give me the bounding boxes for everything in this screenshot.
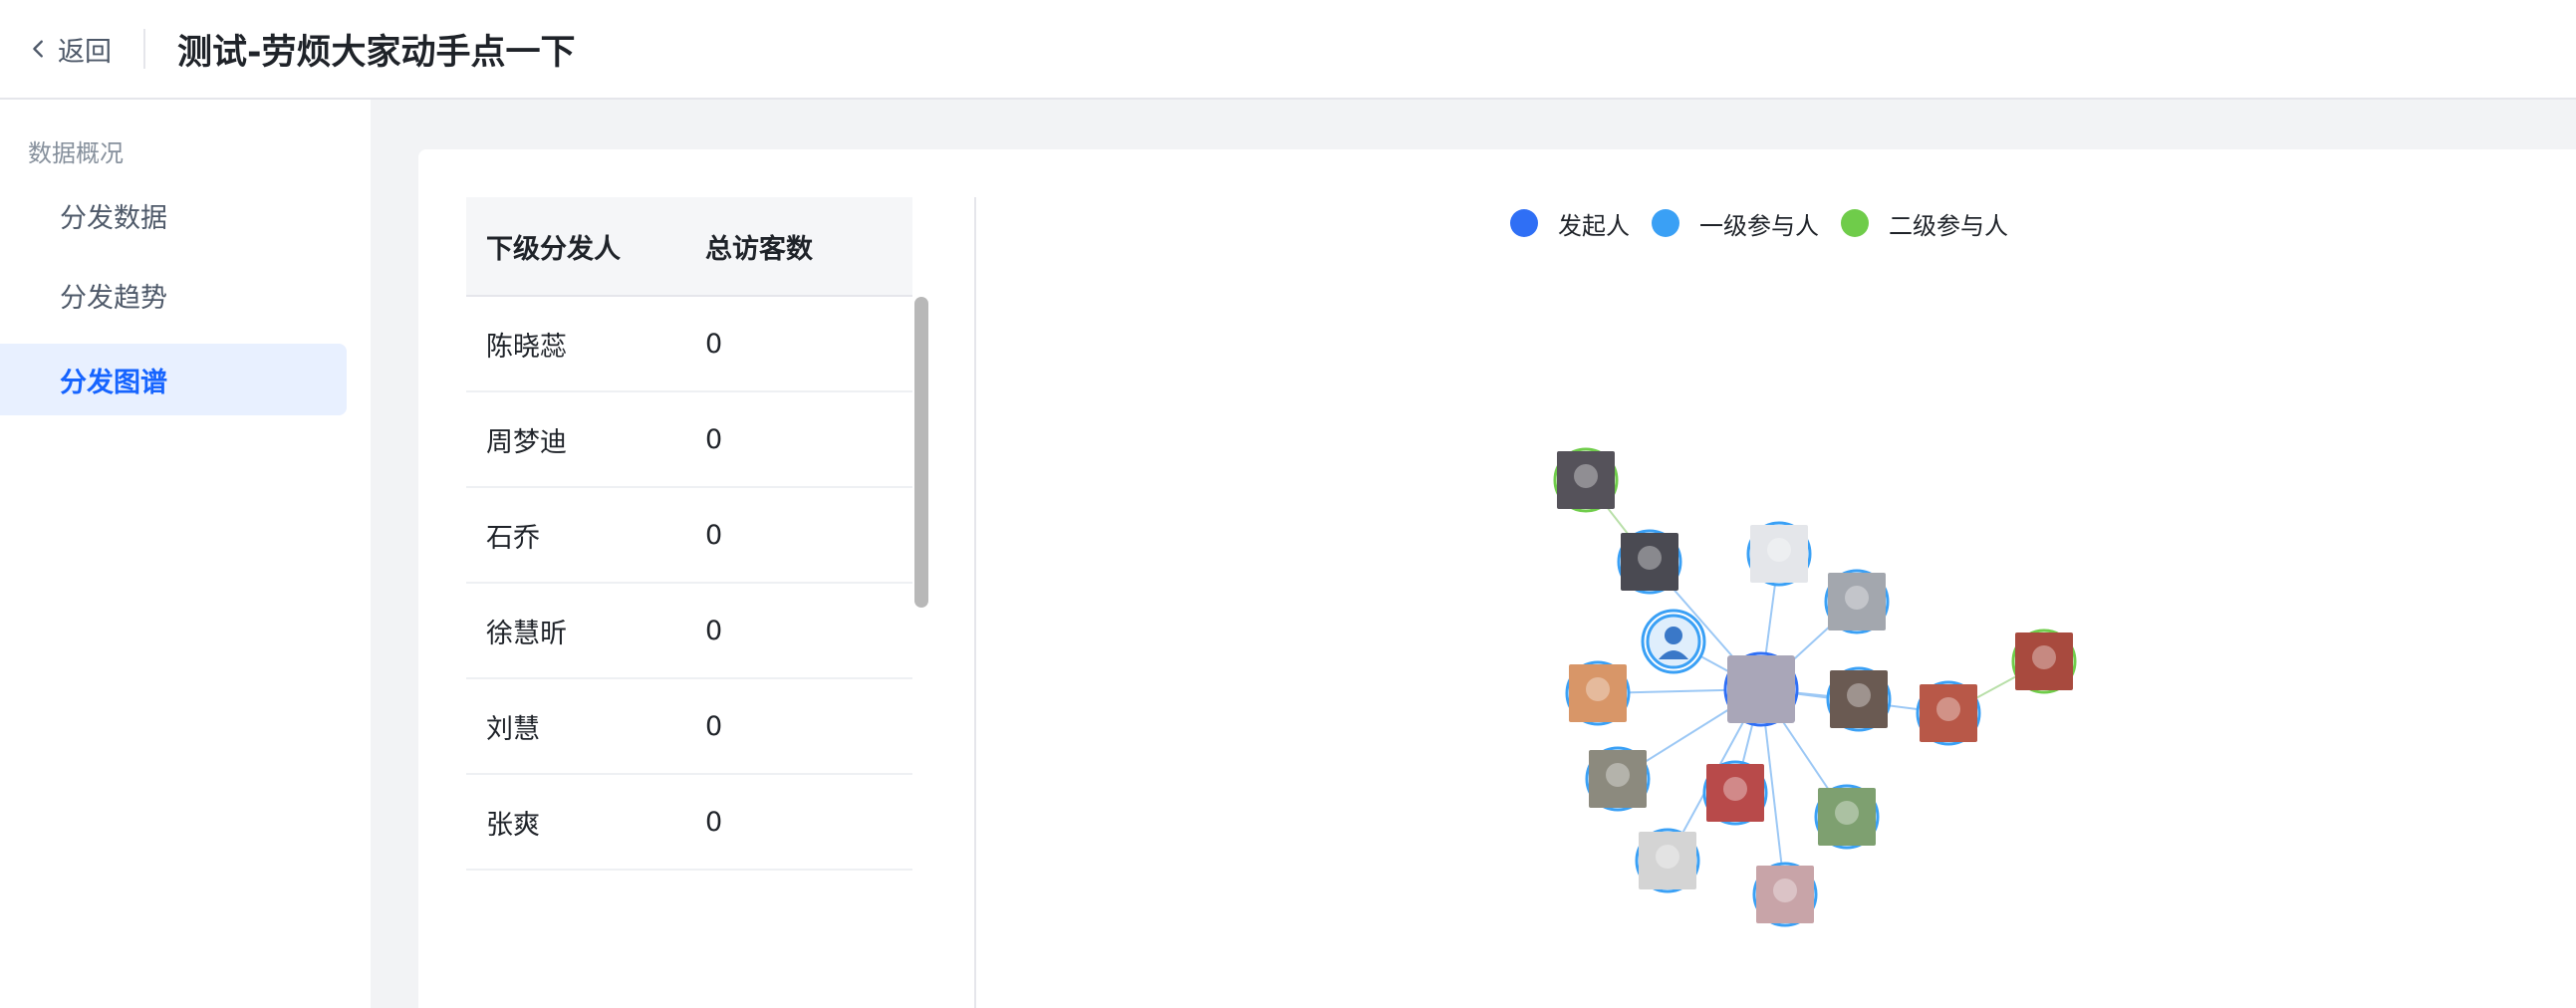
distribution-graph bbox=[1553, 447, 2077, 927]
graph-node-level1[interactable] bbox=[1565, 660, 1631, 726]
graph-node-initiator[interactable] bbox=[1723, 651, 1799, 727]
graph-node-level1[interactable] bbox=[1702, 760, 1768, 826]
graph-node-level1[interactable] bbox=[1814, 784, 1880, 850]
graph-node-level1[interactable] bbox=[1826, 666, 1892, 732]
graph-node-level2[interactable] bbox=[2011, 629, 2077, 694]
graph-node-level1[interactable] bbox=[1752, 862, 1818, 927]
graph-node-level1[interactable] bbox=[1916, 680, 1981, 746]
graph-node-level1[interactable] bbox=[1746, 521, 1812, 587]
graph-node-level1-default-avatar[interactable] bbox=[1641, 609, 1706, 674]
graph-node-level1[interactable] bbox=[1585, 746, 1651, 812]
graph-node-level1[interactable] bbox=[1824, 569, 1890, 634]
graph-node-level1[interactable] bbox=[1635, 828, 1700, 893]
graph-node-level1[interactable] bbox=[1617, 529, 1682, 595]
graph-node-level2[interactable] bbox=[1553, 447, 1619, 513]
